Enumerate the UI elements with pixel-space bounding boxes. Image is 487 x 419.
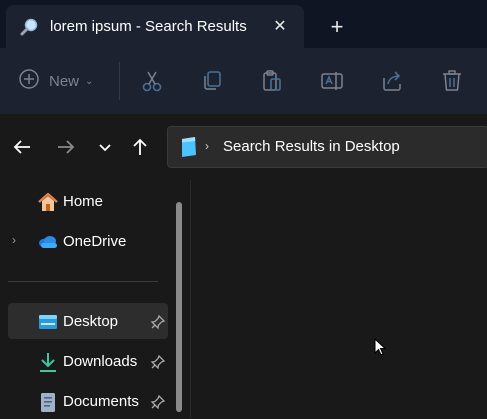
tab-title: lorem ipsum - Search Results: [50, 18, 247, 35]
new-tab-button[interactable]: +: [325, 16, 349, 40]
sidebar-item-onedrive[interactable]: › OneDrive: [8, 223, 168, 259]
home-icon: [37, 191, 59, 213]
sidebar-item-label: Downloads: [63, 353, 138, 370]
delete-icon[interactable]: [439, 68, 465, 94]
share-icon[interactable]: [379, 68, 405, 94]
tab-search-results[interactable]: lorem ipsum - Search Results ✕: [6, 5, 304, 48]
sidebar-item-documents[interactable]: Documents: [8, 383, 168, 419]
command-separator: [119, 62, 120, 100]
chevron-down-icon: ⌄: [85, 75, 94, 87]
new-button[interactable]: New ⌄: [18, 68, 93, 94]
address-bar[interactable]: › Search Results in Desktop: [167, 126, 487, 168]
nav-pane-scrollbar[interactable]: [176, 202, 182, 412]
up-arrow-icon[interactable]: [129, 136, 151, 158]
pin-icon[interactable]: [150, 394, 166, 410]
desktop-folder-icon: [179, 136, 199, 158]
sidebar-item-desktop[interactable]: Desktop: [8, 303, 168, 339]
sidebar-item-home[interactable]: Home: [8, 183, 168, 219]
sidebar-item-label: OneDrive: [63, 233, 127, 250]
pin-icon[interactable]: [150, 314, 166, 330]
title-bar: lorem ipsum - Search Results ✕ +: [0, 0, 487, 48]
documents-icon: [37, 391, 59, 413]
downloads-icon: [37, 351, 59, 373]
navigation-pane: Home › OneDrive Desktop Downloads Docume…: [0, 180, 190, 418]
copy-icon[interactable]: [199, 68, 225, 94]
sidebar-item-label: Home: [63, 193, 104, 210]
search-results-area[interactable]: [190, 180, 487, 418]
forward-arrow-icon[interactable]: [55, 136, 77, 158]
plus-circle-icon: [18, 68, 40, 95]
recent-locations-chevron-icon[interactable]: [94, 136, 116, 158]
back-arrow-icon[interactable]: [11, 136, 33, 158]
breadcrumb[interactable]: Search Results in Desktop: [223, 138, 400, 155]
new-button-label: New: [49, 72, 80, 90]
breadcrumb-chevron-icon: ›: [205, 139, 209, 153]
rename-icon[interactable]: [319, 68, 345, 94]
command-bar: New ⌄: [0, 48, 487, 114]
desktop-folder-icon: [37, 311, 59, 333]
sidebar-item-downloads[interactable]: Downloads: [8, 343, 168, 379]
sidebar-item-label: Desktop: [63, 313, 119, 330]
navigation-row: › Search Results in Desktop: [0, 114, 487, 179]
mouse-pointer-icon: [374, 337, 388, 358]
pin-icon[interactable]: [150, 354, 166, 370]
chevron-right-icon[interactable]: ›: [12, 233, 16, 247]
cut-icon[interactable]: [139, 68, 165, 94]
close-tab-icon[interactable]: ✕: [270, 17, 290, 37]
onedrive-icon: [37, 231, 59, 253]
search-icon: [19, 17, 39, 37]
sidebar-item-label: Documents: [63, 393, 139, 410]
nav-divider: [8, 281, 158, 282]
paste-icon[interactable]: [259, 68, 285, 94]
